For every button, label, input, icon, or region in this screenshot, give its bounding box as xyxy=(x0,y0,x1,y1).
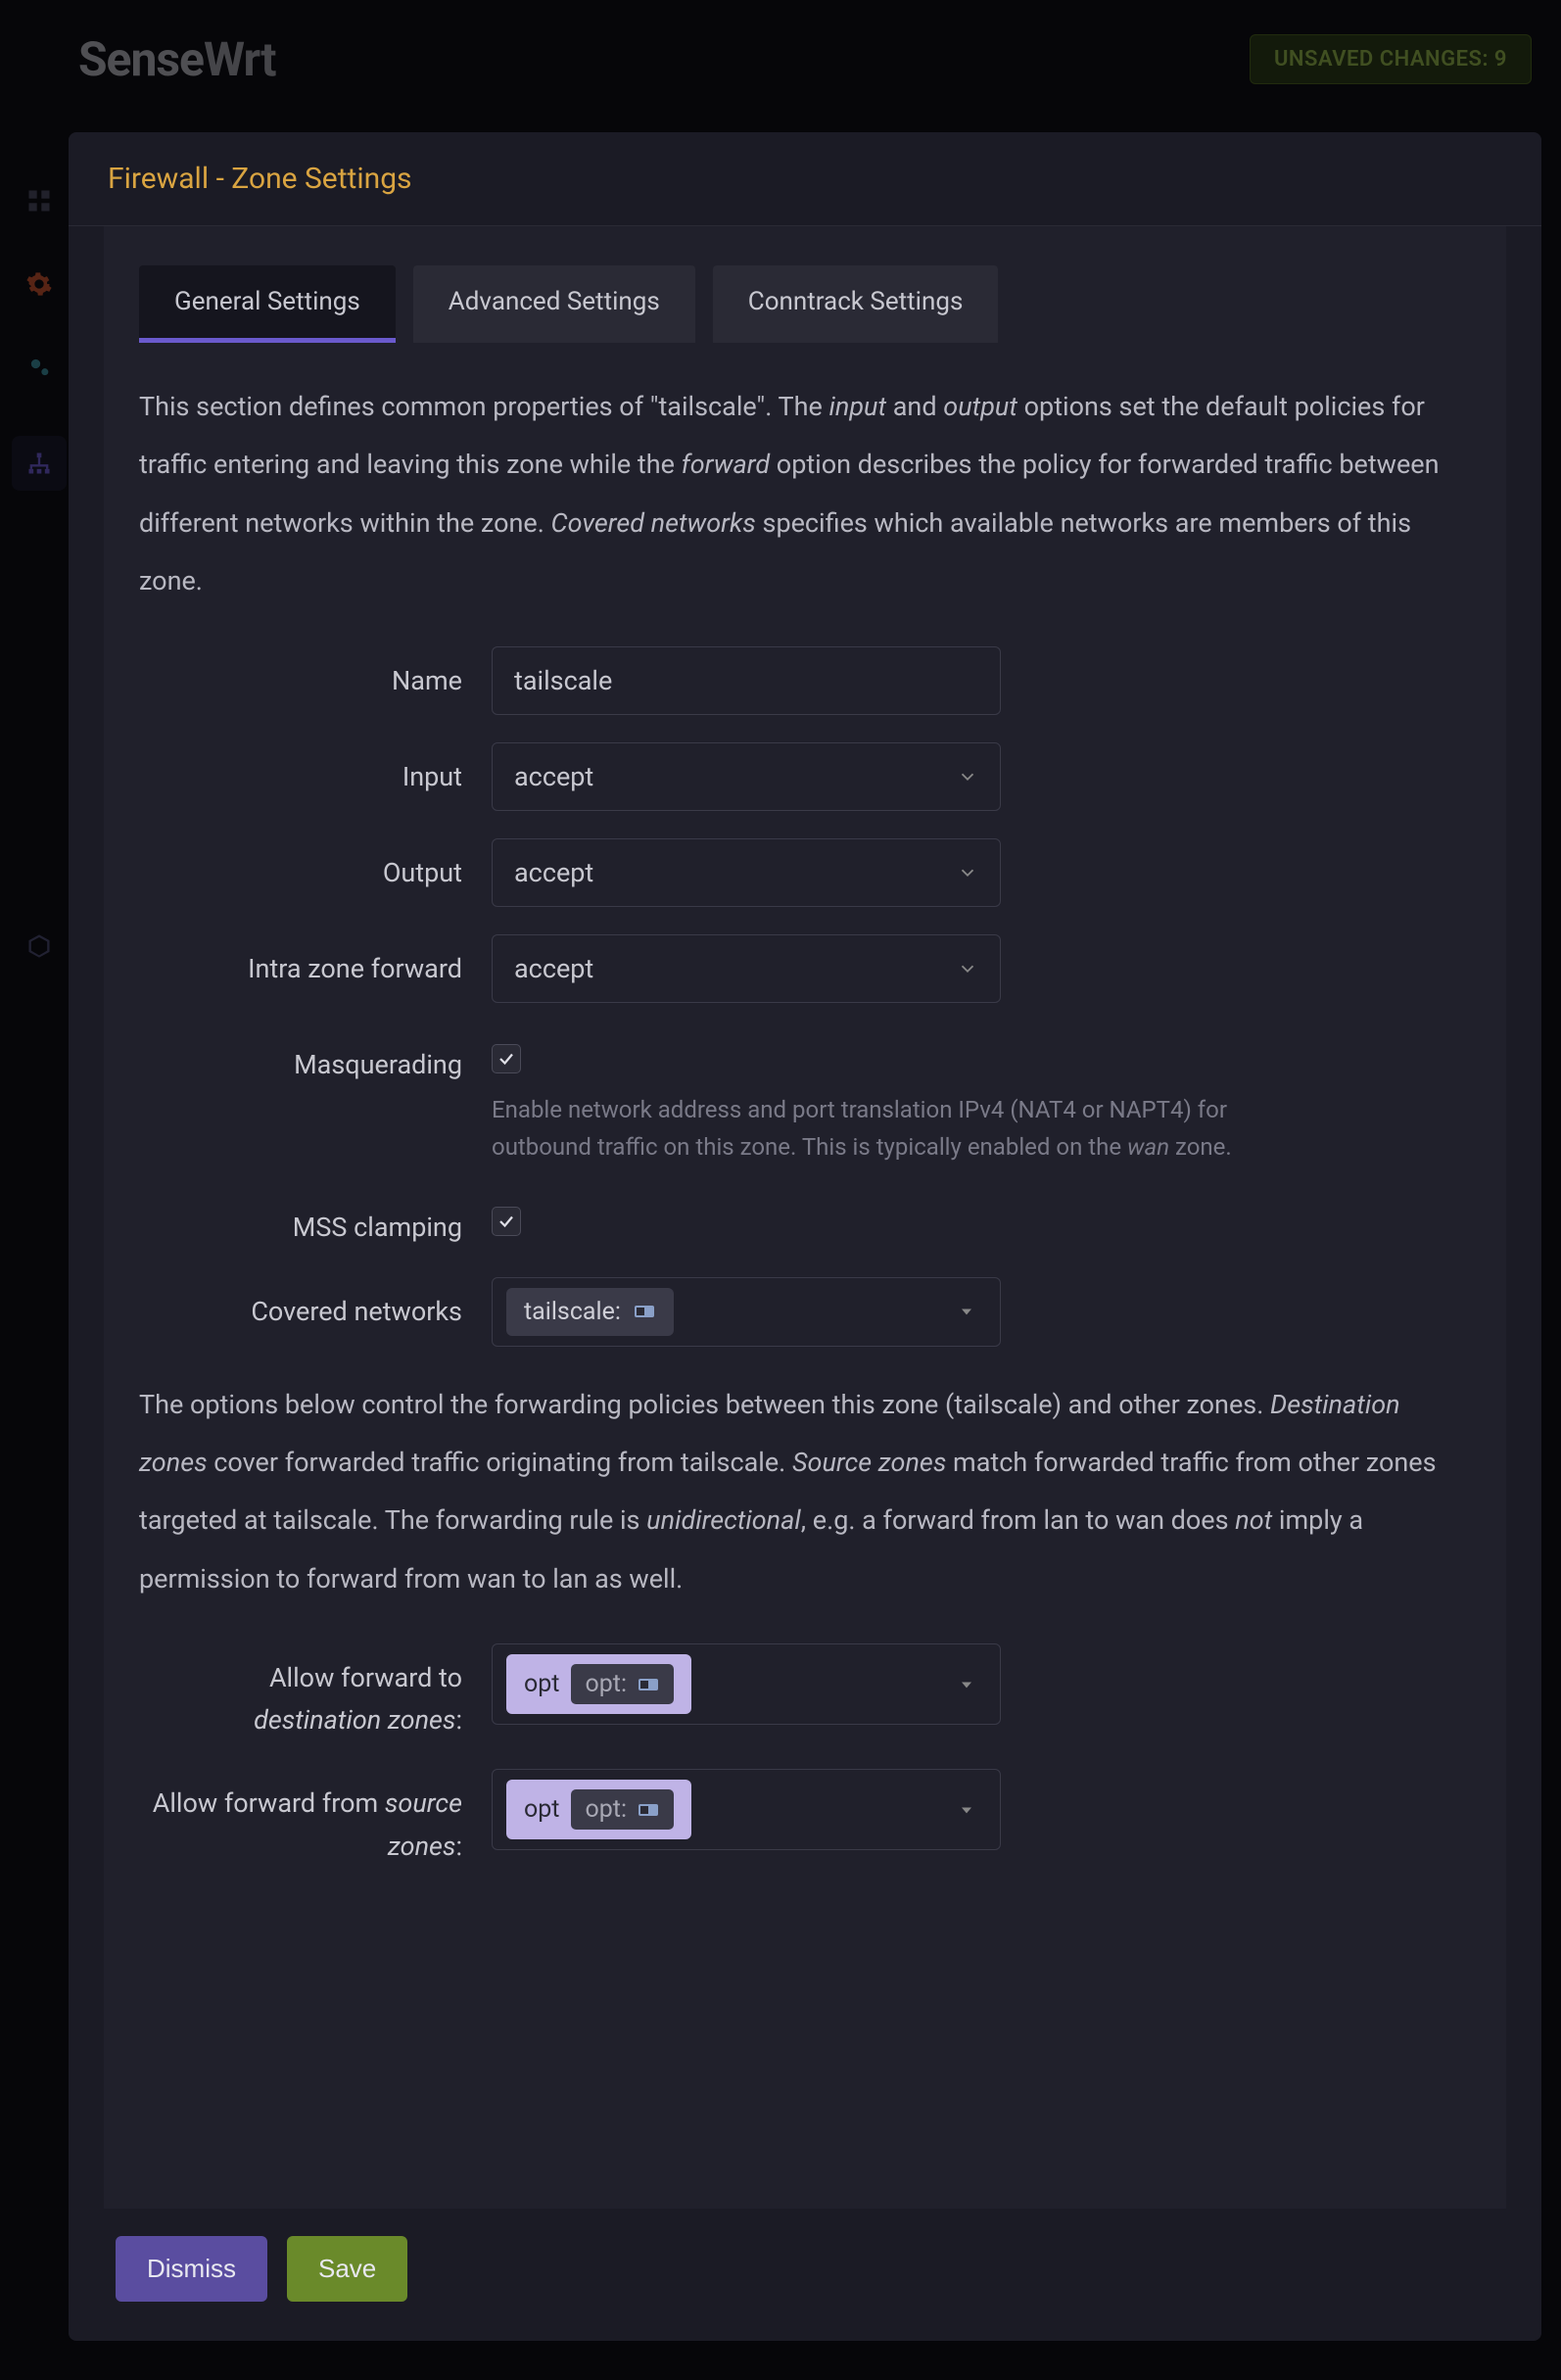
chevron-down-icon xyxy=(957,958,978,979)
label-output: Output xyxy=(139,838,492,894)
row-covered: Covered networks tailscale: xyxy=(139,1277,1471,1347)
chevron-down-icon xyxy=(957,766,978,787)
zone-settings-modal: Firewall - Zone Settings General Setting… xyxy=(69,132,1541,2341)
intra-select[interactable]: accept xyxy=(492,934,1001,1003)
row-mss: MSS clamping xyxy=(139,1193,1471,1249)
zone-chip-opt: opt opt: xyxy=(506,1780,691,1839)
row-masq: Masquerading Enable network address and … xyxy=(139,1030,1471,1166)
row-output: Output accept xyxy=(139,838,1471,907)
zone-chip-opt: opt opt: xyxy=(506,1654,691,1714)
tab-advanced[interactable]: Advanced Settings xyxy=(413,265,695,343)
check-icon xyxy=(497,1213,515,1230)
masq-help: Enable network address and port translat… xyxy=(492,1091,1324,1166)
forward-to-select[interactable]: opt opt: xyxy=(492,1643,1001,1725)
interface-icon xyxy=(633,1302,656,1321)
row-input: Input accept xyxy=(139,742,1471,811)
description-1: This section defines common properties o… xyxy=(139,378,1471,611)
save-button[interactable]: Save xyxy=(287,2236,407,2302)
row-forward-to: Allow forward to destination zones: opt … xyxy=(139,1643,1471,1741)
chevron-down-icon xyxy=(947,1800,986,1820)
label-covered: Covered networks xyxy=(139,1277,492,1333)
chevron-down-icon xyxy=(947,1675,986,1694)
label-intra: Intra zone forward xyxy=(139,934,492,990)
modal-body: General Settings Advanced Settings Connt… xyxy=(104,226,1506,2209)
masq-checkbox[interactable] xyxy=(492,1044,521,1073)
label-mss: MSS clamping xyxy=(139,1193,492,1249)
tab-general[interactable]: General Settings xyxy=(139,265,396,343)
description-2: The options below control the forwarding… xyxy=(139,1376,1471,1609)
label-input: Input xyxy=(139,742,492,798)
output-select[interactable]: accept xyxy=(492,838,1001,907)
label-forward-to: Allow forward to destination zones: xyxy=(139,1643,492,1741)
interface-icon xyxy=(637,1675,660,1694)
row-intra: Intra zone forward accept xyxy=(139,934,1471,1003)
covered-networks-select[interactable]: tailscale: xyxy=(492,1277,1001,1347)
modal-title: Firewall - Zone Settings xyxy=(69,132,1541,226)
forward-from-select[interactable]: opt opt: xyxy=(492,1769,1001,1850)
modal-footer: Dismiss Save xyxy=(69,2209,1541,2341)
tabs: General Settings Advanced Settings Connt… xyxy=(139,265,1471,343)
row-name: Name tailscale xyxy=(139,646,1471,715)
mss-checkbox[interactable] xyxy=(492,1207,521,1236)
tab-conntrack[interactable]: Conntrack Settings xyxy=(713,265,999,343)
interface-icon xyxy=(637,1800,660,1820)
label-masq: Masquerading xyxy=(139,1030,492,1086)
dismiss-button[interactable]: Dismiss xyxy=(116,2236,267,2302)
row-forward-from: Allow forward from source zones: opt opt… xyxy=(139,1769,1471,1867)
label-name: Name xyxy=(139,646,492,702)
chevron-down-icon xyxy=(957,862,978,883)
chevron-down-icon xyxy=(947,1302,986,1321)
name-input[interactable]: tailscale xyxy=(492,646,1001,715)
label-forward-from: Allow forward from source zones: xyxy=(139,1769,492,1867)
zone-chip-tailscale: tailscale: xyxy=(506,1288,674,1336)
check-icon xyxy=(497,1050,515,1068)
input-select[interactable]: accept xyxy=(492,742,1001,811)
